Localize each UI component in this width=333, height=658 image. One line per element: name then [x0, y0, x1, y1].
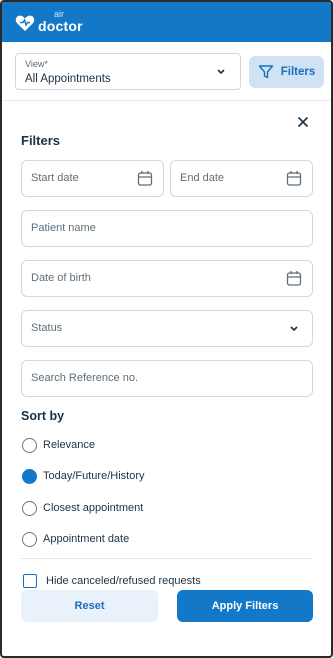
- heart-logo-icon: [15, 15, 35, 31]
- chevron-down-icon: [217, 69, 225, 75]
- patient-name-input[interactable]: Patient name: [21, 210, 313, 247]
- calendar-icon[interactable]: [286, 270, 302, 287]
- logo-doctor: doctor: [38, 17, 83, 34]
- app-frame: air doctor View* All Appointments Filter…: [0, 0, 333, 658]
- hide-canceled-checkbox[interactable]: [23, 574, 37, 588]
- filters-button[interactable]: Filters: [249, 56, 324, 88]
- logo-air: air: [54, 8, 65, 19]
- divider: [4, 100, 331, 101]
- sort-option-closest-appointment[interactable]: Closest appointment: [22, 499, 143, 517]
- radio-button[interactable]: [22, 531, 37, 547]
- divider: [21, 558, 313, 559]
- filters-panel-title: Filters: [21, 133, 61, 148]
- app-header: air doctor: [2, 2, 331, 42]
- view-label: View*: [25, 59, 48, 69]
- reset-button[interactable]: Reset: [21, 590, 158, 622]
- end-date-field[interactable]: End date: [170, 160, 313, 197]
- hide-canceled-toggle[interactable]: Hide canceled/refused requests: [23, 573, 201, 589]
- sort-option-label: Today/Future/History: [43, 470, 145, 482]
- search-reference-input[interactable]: Search Reference no.: [21, 360, 313, 397]
- radio-button[interactable]: [22, 500, 37, 516]
- calendar-icon[interactable]: [286, 170, 302, 187]
- status-select[interactable]: Status: [21, 310, 313, 347]
- sort-option-today-future-history[interactable]: Today/Future/History: [22, 467, 144, 485]
- sort-by-title: Sort by: [21, 409, 65, 423]
- sort-option-label: Appointment date: [43, 533, 130, 545]
- date-of-birth-placeholder: Date of birth: [31, 272, 91, 284]
- air-doctor-logo[interactable]: air doctor: [15, 9, 83, 35]
- apply-filters-button[interactable]: Apply Filters: [177, 590, 313, 622]
- sort-option-appointment-date[interactable]: Appointment date: [22, 530, 129, 548]
- view-select[interactable]: View* All Appointments: [15, 53, 241, 90]
- filters-button-label: Filters: [280, 66, 316, 78]
- chevron-down-icon: [290, 326, 298, 332]
- search-reference-placeholder: Search Reference no.: [31, 372, 139, 384]
- calendar-icon[interactable]: [137, 170, 153, 187]
- view-value: All Appointments: [25, 73, 111, 85]
- start-date-field[interactable]: Start date: [21, 160, 164, 197]
- sort-option-label: Closest appointment: [43, 502, 144, 514]
- status-placeholder: Status: [31, 322, 63, 334]
- filter-funnel-icon: [258, 65, 273, 79]
- date-of-birth-field[interactable]: Date of birth: [21, 260, 313, 297]
- sort-option-relevance[interactable]: Relevance: [22, 436, 95, 454]
- end-date-placeholder: End date: [180, 172, 225, 184]
- logo-text: air doctor: [38, 9, 83, 34]
- patient-name-placeholder: Patient name: [31, 222, 96, 234]
- close-icon[interactable]: [296, 115, 310, 129]
- hide-canceled-label: Hide canceled/refused requests: [46, 575, 201, 587]
- radio-button[interactable]: [22, 437, 37, 453]
- start-date-placeholder: Start date: [31, 172, 79, 184]
- radio-button-selected[interactable]: [22, 468, 37, 484]
- sort-option-label: Relevance: [43, 439, 95, 451]
